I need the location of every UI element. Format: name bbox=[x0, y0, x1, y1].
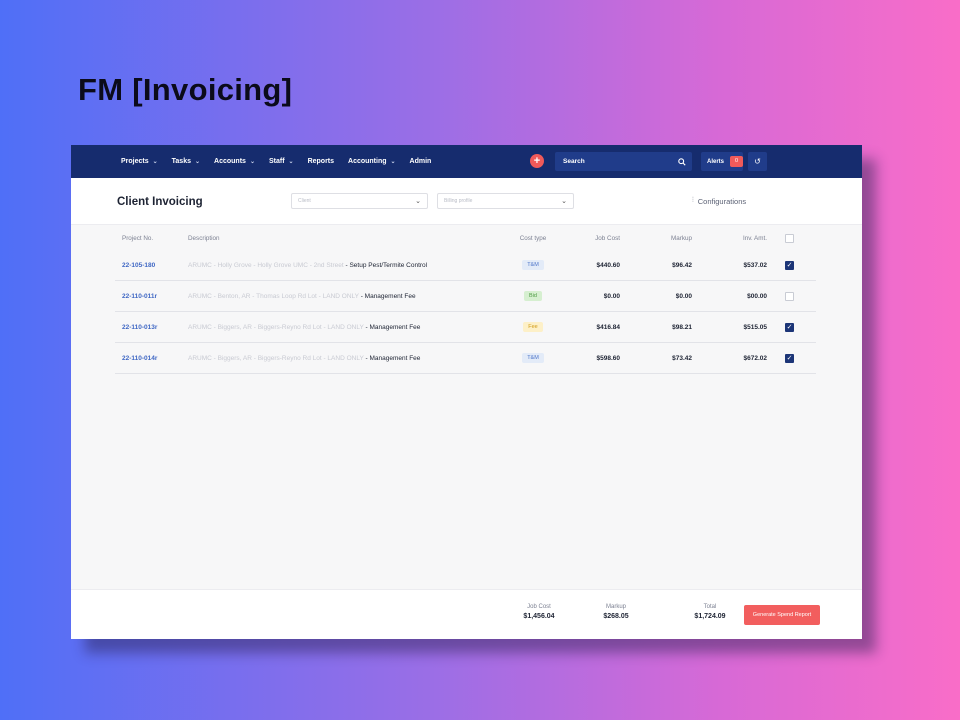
nav-menu: Projects ⌄ Tasks ⌄ Accounts ⌄ Staff ⌄ Report… bbox=[121, 158, 445, 165]
nav-item-projects[interactable]: Projects ⌄ bbox=[121, 158, 158, 165]
description: ARUMC - Biggers, AR - Biggers-Reyno Rd L… bbox=[188, 354, 421, 362]
row-checkbox[interactable] bbox=[785, 291, 794, 301]
billing-profile-select[interactable]: Billing profile ⌄ bbox=[437, 193, 574, 209]
markup: $98.21 bbox=[672, 323, 692, 331]
job-cost: $0.00 bbox=[603, 292, 620, 300]
alerts-label: Alerts bbox=[707, 158, 725, 165]
nav-item-staff[interactable]: Staff ⌄ bbox=[269, 158, 294, 165]
client-placeholder: Client bbox=[298, 198, 311, 204]
description: ARUMC - Biggers, AR - Biggers-Reyno Rd L… bbox=[188, 323, 421, 331]
search-label: Search bbox=[563, 158, 585, 165]
column-header: Inv. Amt. bbox=[742, 235, 767, 242]
job-cost: $440.60 bbox=[596, 261, 621, 269]
nav-item-tasks[interactable]: Tasks ⌄ bbox=[172, 158, 200, 165]
app-window: Projects ⌄ Tasks ⌄ Accounts ⌄ Staff ⌄ Report… bbox=[71, 145, 862, 639]
invoice-table: Project No. Description Cost type Job Co… bbox=[115, 227, 816, 374]
nav-item-reports[interactable]: Reports bbox=[308, 158, 334, 165]
check-icon: ✓ bbox=[785, 322, 794, 332]
row-checkbox[interactable]: ✓ bbox=[785, 322, 794, 332]
chevron-down-icon: ⌄ bbox=[390, 159, 396, 165]
nav-item-accounts[interactable]: Accounts ⌄ bbox=[214, 158, 255, 165]
nav-item-accounting[interactable]: Accounting ⌄ bbox=[348, 158, 396, 165]
page-title: FM [Invoicing] bbox=[78, 72, 293, 107]
cost-type-badge: Bid bbox=[513, 291, 553, 301]
check-icon: ✓ bbox=[785, 260, 794, 270]
invoice-amount: $515.05 bbox=[743, 323, 768, 331]
invoice-amount: $00.00 bbox=[747, 292, 767, 300]
project-link[interactable]: 22-105-180 bbox=[122, 262, 155, 269]
chevron-down-icon: ⌄ bbox=[288, 159, 294, 165]
nav-item-admin[interactable]: Admin bbox=[410, 158, 432, 165]
history-icon: ↺ bbox=[754, 157, 761, 166]
billing-profile-placeholder: Billing profile bbox=[444, 198, 473, 204]
project-link[interactable]: 22-110-011r bbox=[122, 293, 157, 300]
column-header: Project No. bbox=[122, 235, 154, 242]
search-input[interactable]: Search bbox=[555, 152, 692, 171]
column-header: Cost type bbox=[519, 235, 547, 242]
plus-icon: + bbox=[533, 155, 541, 167]
cost-type-badge: T&M bbox=[513, 260, 553, 270]
add-button[interactable]: + bbox=[530, 154, 544, 168]
grand-total: Total $1,724.09 bbox=[694, 604, 726, 620]
sliders-icon: ⫶ bbox=[692, 197, 694, 204]
top-navigation: Projects ⌄ Tasks ⌄ Accounts ⌄ Staff ⌄ Report… bbox=[71, 145, 862, 178]
table-row: 22-110-011r ARUMC - Benton, AR - Thomas … bbox=[115, 281, 816, 312]
project-link[interactable]: 22-110-014r bbox=[122, 355, 157, 362]
row-checkbox[interactable]: ✓ bbox=[785, 353, 794, 363]
totals-footer: Job Cost $1,456.04 Markup $268.05 Total … bbox=[71, 589, 862, 639]
row-checkbox[interactable]: ✓ bbox=[785, 260, 794, 270]
job-cost: $416.84 bbox=[596, 323, 621, 331]
section-title: Client Invoicing bbox=[117, 196, 203, 208]
check-icon: ✓ bbox=[785, 353, 794, 363]
search-icon bbox=[678, 157, 686, 166]
table-row: 22-110-013r ARUMC - Biggers, AR - Bigger… bbox=[115, 312, 816, 343]
select-all-checkbox[interactable] bbox=[785, 234, 794, 243]
client-select[interactable]: Client ⌄ bbox=[291, 193, 428, 209]
cost-type-badge: Fee bbox=[513, 322, 553, 332]
history-button[interactable]: ↺ bbox=[748, 152, 767, 171]
table-header: Project No. Description Cost type Job Co… bbox=[115, 227, 816, 250]
invoice-amount: $537.02 bbox=[743, 261, 768, 269]
project-link[interactable]: 22-110-013r bbox=[122, 324, 157, 331]
total-job-cost: Job Cost $1,456.04 bbox=[523, 604, 555, 620]
alerts-count-badge: 0 bbox=[730, 156, 743, 167]
chevron-down-icon: ⌄ bbox=[249, 159, 255, 165]
column-header: Job Cost bbox=[595, 235, 620, 242]
page-header: Client Invoicing Client ⌄ Billing profil… bbox=[71, 178, 862, 225]
markup: $73.42 bbox=[672, 354, 692, 362]
total-markup: Markup $268.05 bbox=[603, 604, 629, 620]
table-row: 22-105-180 ARUMC - Holly Grove - Holly G… bbox=[115, 250, 816, 281]
configurations-label: Configurations bbox=[697, 196, 747, 206]
chevron-down-icon: ⌄ bbox=[195, 159, 201, 165]
description: ARUMC - Holly Grove - Holly Grove UMC - … bbox=[188, 261, 428, 269]
column-header: Description bbox=[188, 235, 220, 242]
markup: $0.00 bbox=[675, 292, 692, 300]
chevron-down-icon: ⌄ bbox=[152, 159, 158, 165]
table-row: 22-110-014r ARUMC - Biggers, AR - Bigger… bbox=[115, 343, 816, 374]
description: ARUMC - Benton, AR - Thomas Loop Rd Lot … bbox=[188, 292, 416, 300]
cost-type-badge: T&M bbox=[513, 353, 553, 363]
chevron-down-icon: ⌄ bbox=[561, 198, 567, 205]
job-cost: $598.60 bbox=[596, 354, 621, 362]
column-header: Markup bbox=[671, 235, 692, 242]
invoice-amount: $672.02 bbox=[743, 354, 768, 362]
chevron-down-icon: ⌄ bbox=[415, 198, 421, 205]
configurations-button[interactable]: ⫶ Configurations bbox=[688, 193, 751, 209]
generate-spend-report-button[interactable]: Generate Spend Report bbox=[744, 605, 820, 625]
markup: $96.42 bbox=[672, 261, 692, 269]
alerts-button[interactable]: Alerts 0 bbox=[701, 152, 743, 171]
